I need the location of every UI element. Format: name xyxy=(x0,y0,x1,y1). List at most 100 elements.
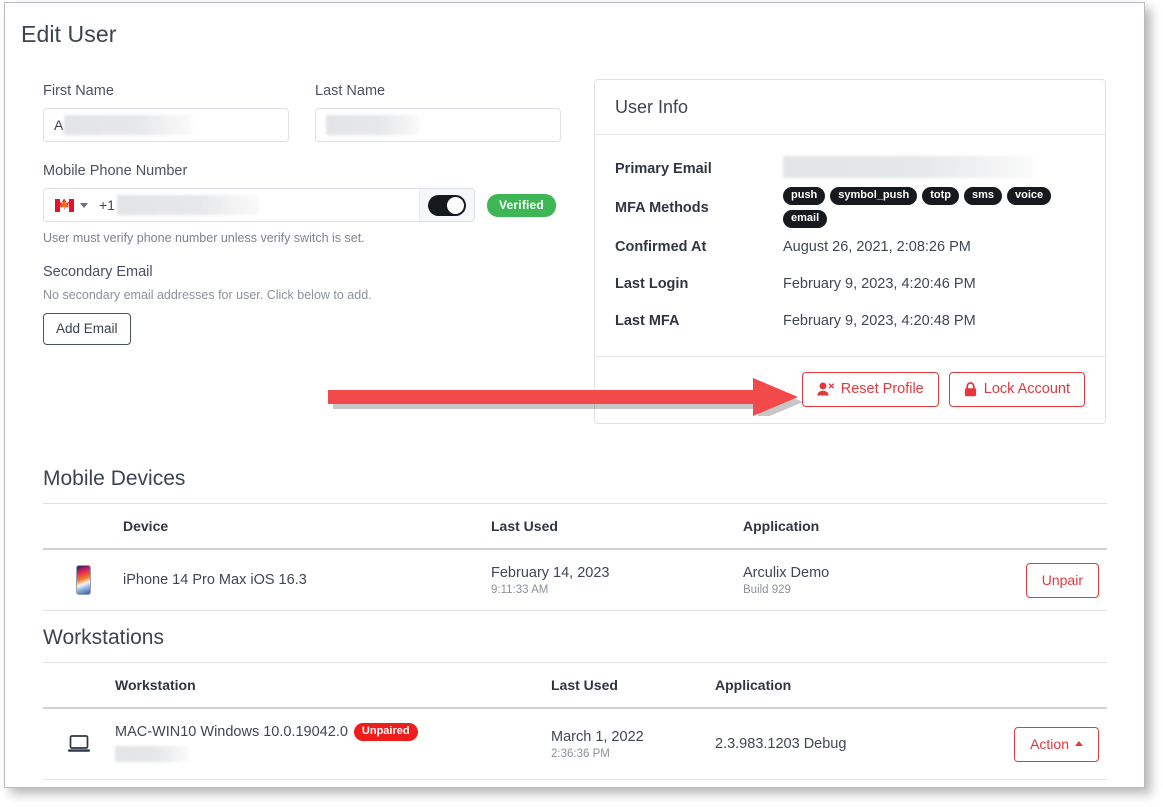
col-application: Application xyxy=(715,677,792,693)
first-name-redaction xyxy=(64,115,193,135)
first-name-label: First Name xyxy=(43,83,114,99)
info-key: Last Login xyxy=(615,275,689,292)
info-key: Primary Email xyxy=(615,160,712,177)
mfa-badge-sms: sms xyxy=(963,187,1002,205)
add-email-button[interactable]: Add Email xyxy=(43,313,131,345)
col-workstation: Workstation xyxy=(115,677,196,693)
device-application-name: Arculix Demo xyxy=(743,564,830,581)
device-name: iPhone 14 Pro Max iOS 16.3 xyxy=(123,572,307,588)
workstations-table: Workstation Last Used Application MAC-WI… xyxy=(43,662,1107,780)
screenshot-root: Edit User First Name A Last Name Mobile … xyxy=(0,0,1163,807)
device-last-used: February 14, 2023 9:11:33 AM xyxy=(491,565,743,596)
workstation-sub xyxy=(115,745,551,766)
workstations-title: Workstations xyxy=(43,626,164,649)
user-times-icon xyxy=(817,382,834,396)
workstation-name-line: MAC-WIN10 Windows 10.0.19042.0 Unpaired xyxy=(115,722,551,741)
verify-toggle-cell[interactable] xyxy=(419,189,474,221)
mobile-devices-header: Device Last Used Application xyxy=(43,503,1107,550)
workstation-action-cell: Action xyxy=(979,726,1107,762)
workstation-cell: MAC-WIN10 Windows 10.0.19042.0 Unpaired xyxy=(115,722,551,766)
country-selector[interactable]: 🍁 xyxy=(44,189,97,221)
user-info-body: Primary Email MFA Methods push symbol_pu… xyxy=(595,135,1105,356)
workstation-last-used-time: 2:36:36 PM xyxy=(551,747,610,760)
workstation-last-used: March 1, 2022 2:36:36 PM xyxy=(551,729,715,760)
phone-input-box[interactable]: 🍁 +1 xyxy=(43,188,475,222)
info-key: MFA Methods xyxy=(615,199,709,216)
device-last-used-time: 9:11:33 AM xyxy=(491,583,549,596)
primary-email-redaction xyxy=(783,155,1033,178)
secondary-email-group: Secondary Email No secondary email addre… xyxy=(43,264,563,345)
last-login-value: February 9, 2023, 4:20:46 PM xyxy=(783,275,976,292)
mfa-badge-email: email xyxy=(783,210,828,228)
info-row-last-mfa: Last MFA February 9, 2023, 4:20:48 PM xyxy=(615,302,1085,339)
first-name-input[interactable]: A xyxy=(43,108,289,142)
phone-number-value[interactable] xyxy=(115,189,419,221)
canada-flag-icon: 🍁 xyxy=(55,198,74,212)
col-last-used: Last Used xyxy=(491,518,558,534)
user-info-actions: Reset Profile Lock Account xyxy=(595,356,1105,423)
info-row-last-login: Last Login February 9, 2023, 4:20:46 PM xyxy=(615,265,1085,302)
lock-icon xyxy=(964,381,977,397)
iphone-icon xyxy=(43,565,123,595)
first-name-group: First Name A xyxy=(43,83,289,142)
info-row-confirmed-at: Confirmed At August 26, 2021, 2:08:26 PM xyxy=(615,228,1085,265)
last-mfa-value: February 9, 2023, 4:20:48 PM xyxy=(783,312,976,329)
workstation-name: MAC-WIN10 Windows 10.0.19042.0 xyxy=(115,723,348,740)
table-row: iPhone 14 Pro Max iOS 16.3 February 14, … xyxy=(43,550,1107,611)
info-key: Confirmed At xyxy=(615,238,707,255)
chevron-up-icon xyxy=(1075,741,1083,746)
chevron-down-icon xyxy=(80,202,88,208)
action-dropdown-button[interactable]: Action xyxy=(1014,726,1099,762)
secondary-email-label: Secondary Email xyxy=(43,264,153,280)
verify-switch[interactable] xyxy=(428,194,466,216)
page-title: Edit User xyxy=(21,21,117,47)
mfa-badge-push: push xyxy=(783,187,826,205)
device-action-cell: Unpair xyxy=(989,562,1107,598)
reset-profile-button[interactable]: Reset Profile xyxy=(801,372,939,407)
reset-profile-label: Reset Profile xyxy=(840,381,924,397)
mfa-badge-voice: voice xyxy=(1006,187,1052,205)
lock-account-label: Lock Account xyxy=(983,381,1070,397)
info-row-primary-email: Primary Email xyxy=(615,150,1085,187)
col-last-used: Last Used xyxy=(551,677,618,693)
unpaired-badge: Unpaired xyxy=(353,722,418,741)
mobile-devices-title: Mobile Devices xyxy=(43,467,186,490)
device-application: Arculix Demo Build 929 xyxy=(743,565,989,596)
mobile-phone-label: Mobile Phone Number xyxy=(43,163,188,179)
mobile-devices-table: Device Last Used Application iPhone 14 P… xyxy=(43,503,1107,611)
user-info-title: User Info xyxy=(595,80,1105,135)
last-name-group: Last Name xyxy=(315,83,561,142)
confirmed-at-value: August 26, 2021, 2:08:26 PM xyxy=(783,238,971,255)
user-info-card: User Info Primary Email MFA Methods push… xyxy=(594,79,1106,424)
last-name-label: Last Name xyxy=(315,83,386,99)
lock-account-button[interactable]: Lock Account xyxy=(948,372,1085,407)
phone-redaction xyxy=(116,195,259,215)
workstation-redaction xyxy=(115,745,189,762)
workstation-application: 2.3.983.1203 Debug xyxy=(715,736,847,752)
secondary-email-note: No secondary email addresses for user. C… xyxy=(43,288,372,302)
phone-hint: User must verify phone number unless ver… xyxy=(43,231,365,245)
info-row-mfa-methods: MFA Methods push symbol_push totp sms vo… xyxy=(615,187,1085,228)
info-key: Last MFA xyxy=(615,312,680,329)
unpair-button[interactable]: Unpair xyxy=(1025,562,1099,598)
primary-email-value xyxy=(783,155,1033,182)
col-device: Device xyxy=(123,518,169,534)
last-name-redaction xyxy=(326,115,420,135)
device-application-build: Build 929 xyxy=(743,583,791,596)
last-name-input[interactable] xyxy=(315,108,561,142)
device-last-used-date: February 14, 2023 xyxy=(491,564,610,581)
action-dropdown-label: Action xyxy=(1030,735,1069,752)
edit-user-page: Edit User First Name A Last Name Mobile … xyxy=(4,2,1145,788)
col-application: Application xyxy=(743,518,820,534)
table-row: MAC-WIN10 Windows 10.0.19042.0 Unpaired M… xyxy=(43,709,1107,780)
workstation-last-used-date: March 1, 2022 xyxy=(551,728,644,745)
mobile-phone-group: Mobile Phone Number 🍁 +1 Verified User m… xyxy=(43,163,563,245)
laptop-icon xyxy=(43,734,115,754)
verified-badge: Verified xyxy=(487,193,556,217)
first-name-value: A xyxy=(54,117,64,133)
phone-dial-code: +1 xyxy=(99,197,115,213)
workstations-header: Workstation Last Used Application xyxy=(43,662,1107,709)
mfa-badge-symbol-push: symbol_push xyxy=(830,187,918,205)
mfa-methods-list: push symbol_push totp sms voice email xyxy=(783,187,1085,228)
mfa-badge-totp: totp xyxy=(922,187,959,205)
